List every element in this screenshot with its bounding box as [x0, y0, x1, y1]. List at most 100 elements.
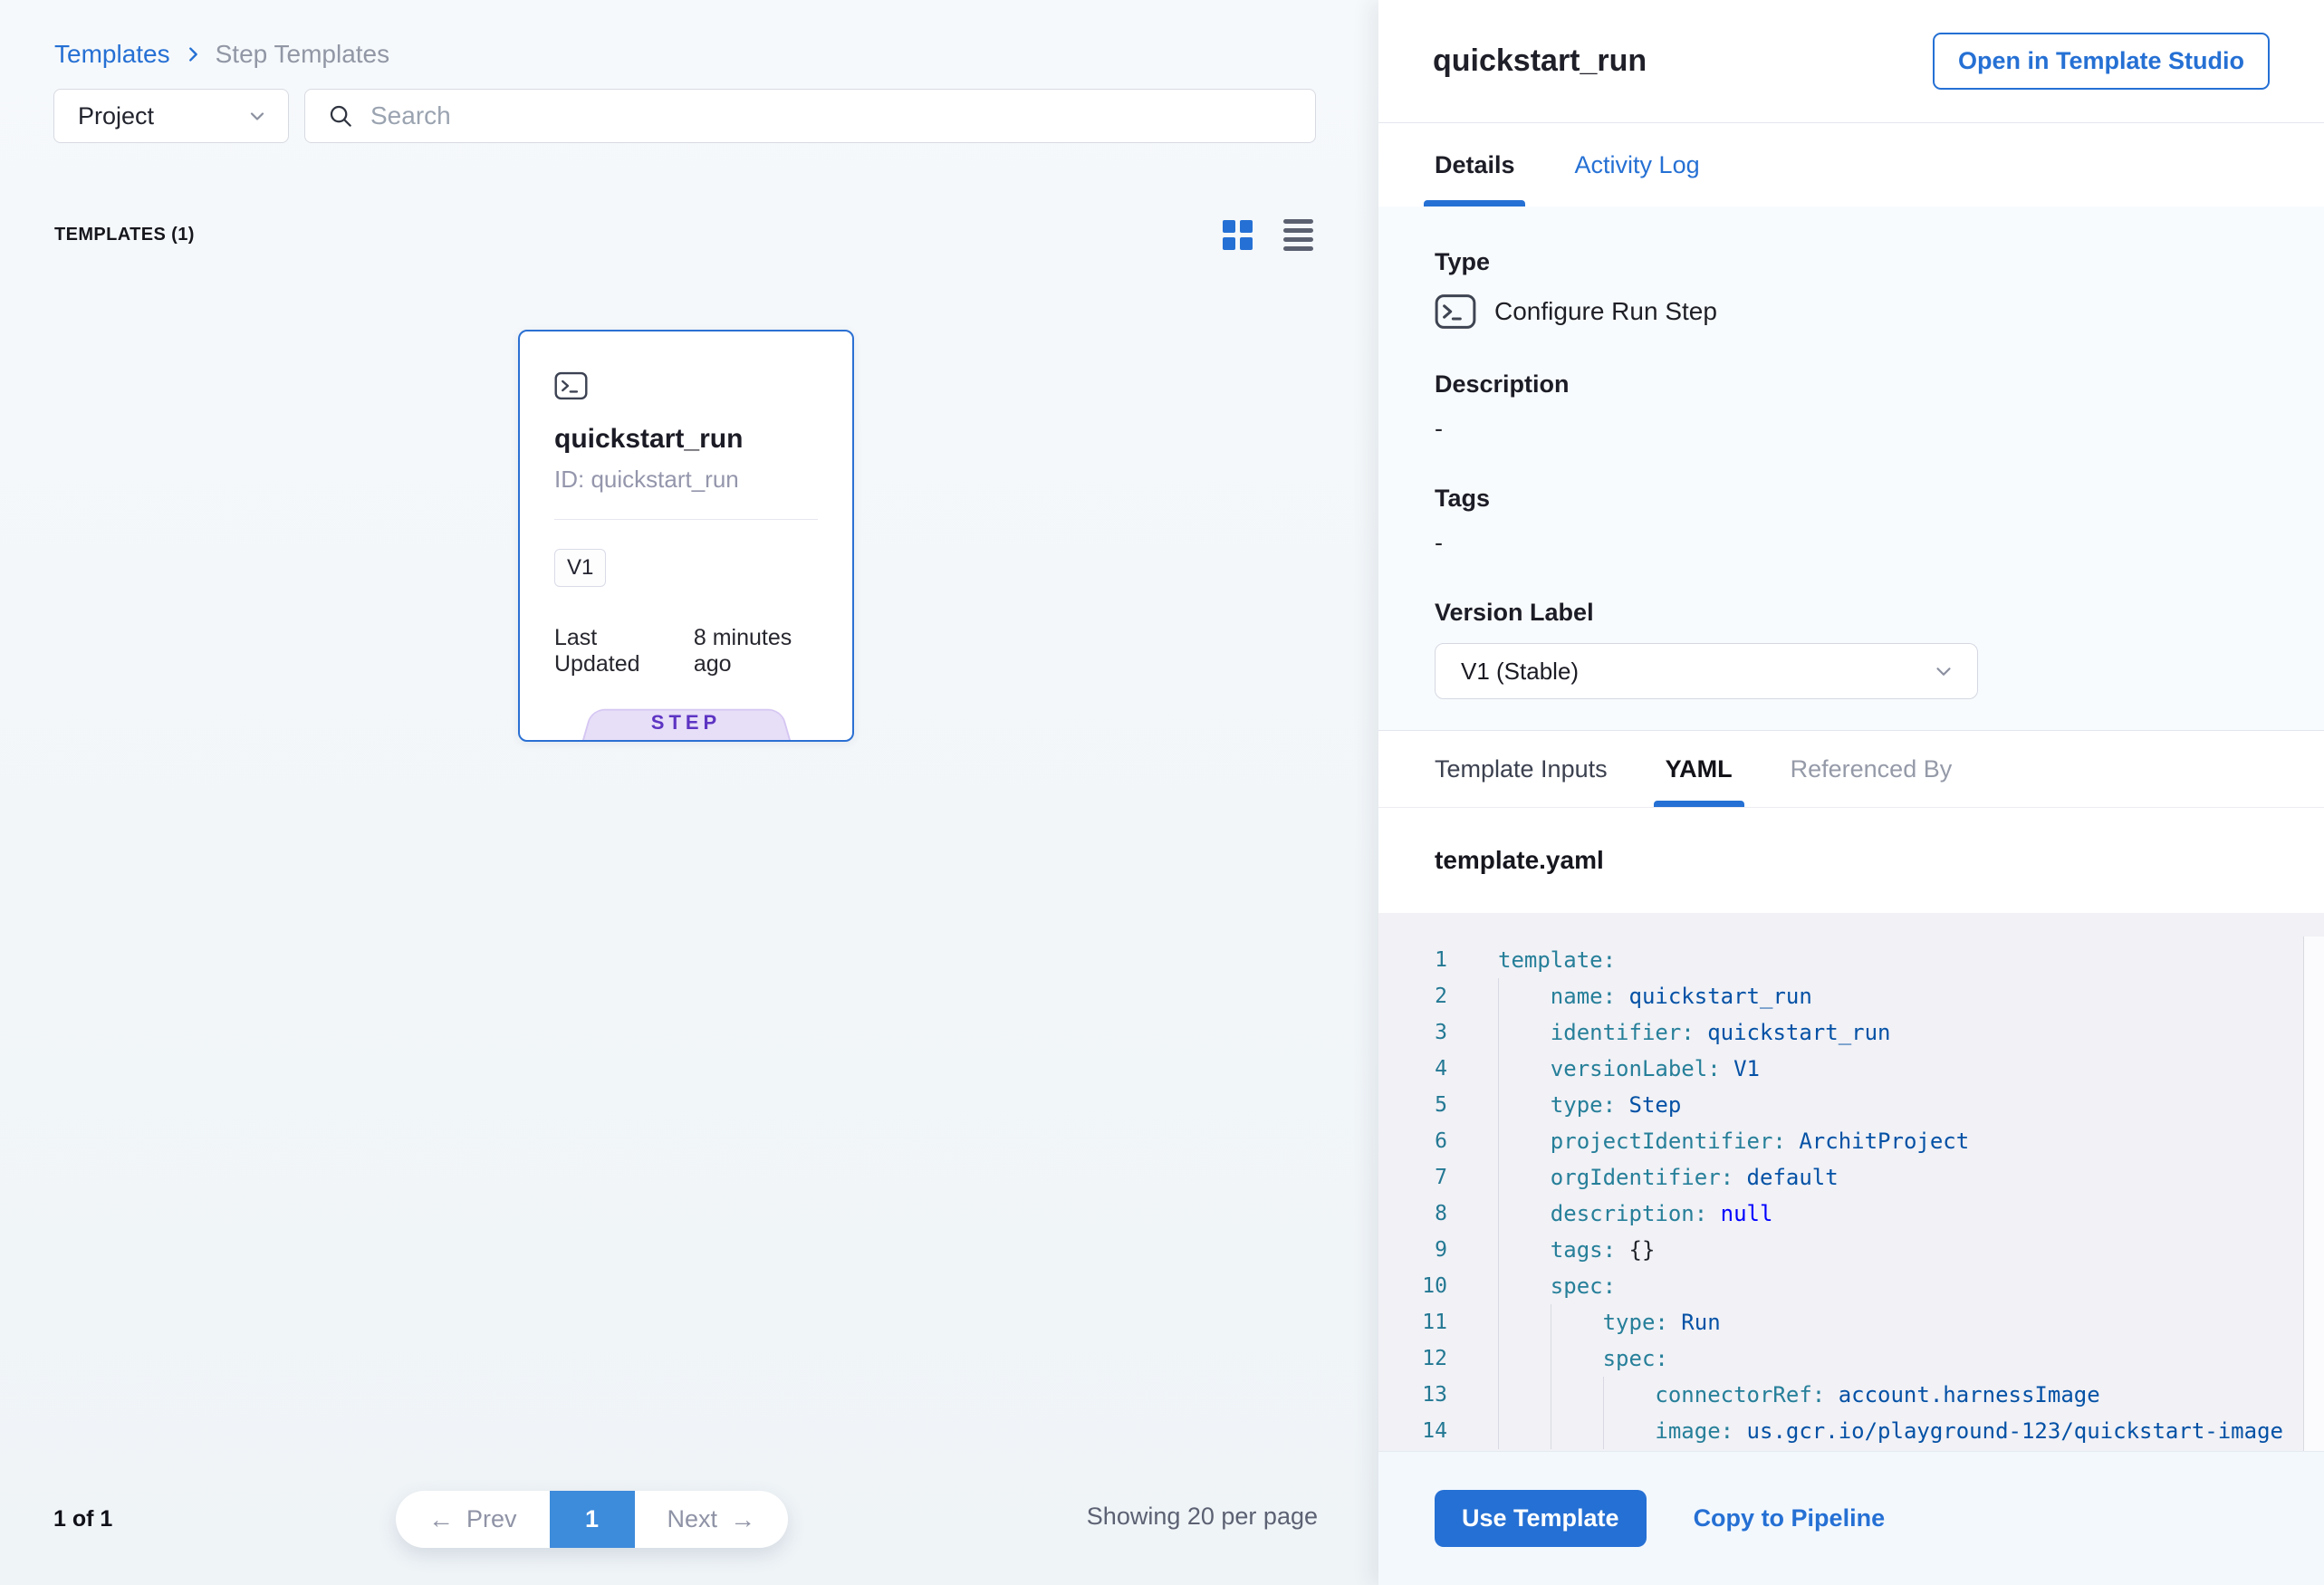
tab-activity-log[interactable]: Activity Log: [1575, 123, 1700, 207]
scope-select[interactable]: Project: [53, 89, 289, 143]
line-text: type: Run: [1473, 1304, 1721, 1340]
code-line: 11 type: Run: [1378, 1304, 2324, 1340]
line-number: 13: [1378, 1377, 1473, 1413]
description-label: Description: [1435, 370, 2268, 399]
page-1-button[interactable]: 1: [550, 1491, 635, 1548]
breadcrumb-chevron-icon: [183, 44, 203, 64]
use-template-button[interactable]: Use Template: [1435, 1490, 1647, 1547]
line-number: 1: [1378, 942, 1473, 978]
template-details-panel: quickstart_run Open in Template Studio D…: [1378, 0, 2324, 1585]
chevron-down-icon: [1932, 659, 1955, 683]
line-text: connectorRef: account.harnessImage: [1473, 1377, 2100, 1413]
breadcrumb-current: Step Templates: [216, 40, 390, 69]
code-line: 8 description: null: [1378, 1196, 2324, 1232]
step-ribbon: STEP: [582, 706, 791, 740]
code-line: 14 image: us.gcr.io/playground-123/quick…: [1378, 1413, 2324, 1449]
next-page-button[interactable]: Next →: [635, 1491, 789, 1548]
prev-label: Prev: [466, 1505, 517, 1533]
code-line: 5 type: Step: [1378, 1087, 2324, 1123]
pagination: ← Prev 1 Next →: [396, 1491, 788, 1548]
prev-page-button[interactable]: ← Prev: [396, 1491, 550, 1548]
line-number: 6: [1378, 1123, 1473, 1159]
line-text: orgIdentifier: default: [1473, 1159, 1839, 1196]
line-number: 9: [1378, 1232, 1473, 1268]
list-header: TEMPLATES (1): [0, 219, 1378, 251]
description-value: -: [1435, 415, 2268, 443]
yaml-file-header: template.yaml: [1378, 808, 2324, 913]
line-text: identifier: quickstart_run: [1473, 1014, 1891, 1051]
per-page-label: Showing 20 per page: [1087, 1503, 1318, 1531]
copy-to-pipeline-link[interactable]: Copy to Pipeline: [1694, 1504, 1886, 1532]
code-line: 2 name: quickstart_run: [1378, 978, 2324, 1014]
code-line: 6 projectIdentifier: ArchitProject: [1378, 1123, 2324, 1159]
search-icon: [327, 102, 354, 130]
last-updated-label: Last Updated: [554, 625, 672, 677]
line-text: tags: {}: [1473, 1232, 1655, 1268]
breadcrumb-templates-link[interactable]: Templates: [54, 40, 170, 69]
panel-title: quickstart_run: [1433, 43, 1647, 79]
view-toggles: [1223, 219, 1313, 251]
tags-label: Tags: [1435, 485, 2268, 513]
code-line: 13 connectorRef: account.harnessImage: [1378, 1377, 2324, 1413]
type-label: Type: [1435, 248, 2268, 276]
list-view-icon[interactable]: [1283, 219, 1313, 251]
card-id: ID: quickstart_run: [554, 466, 818, 494]
line-number: 7: [1378, 1159, 1473, 1196]
arrow-left-icon: ←: [428, 1507, 454, 1532]
version-select[interactable]: V1 (Stable): [1435, 643, 1978, 699]
tab-yaml[interactable]: YAML: [1666, 731, 1733, 807]
tab-details[interactable]: Details: [1435, 123, 1515, 207]
code-line: 7 orgIdentifier: default: [1378, 1159, 2324, 1196]
search-box[interactable]: [304, 89, 1316, 143]
code-line: 12 spec:: [1378, 1340, 2324, 1377]
line-number: 12: [1378, 1340, 1473, 1377]
yaml-code[interactable]: 1template:2 name: quickstart_run3 identi…: [1378, 913, 2324, 1451]
card-divider: [554, 519, 818, 520]
line-number: 8: [1378, 1196, 1473, 1232]
chevron-down-icon: [246, 105, 268, 127]
tab-referenced-by[interactable]: Referenced By: [1791, 731, 1953, 807]
tab-template-inputs[interactable]: Template Inputs: [1435, 731, 1608, 807]
scope-select-value: Project: [78, 102, 154, 130]
code-line: 9 tags: {}: [1378, 1232, 2324, 1268]
version-badge: V1: [554, 549, 606, 587]
last-updated-value: 8 minutes ago: [694, 625, 818, 677]
tags-value: -: [1435, 529, 2268, 557]
search-input[interactable]: [370, 101, 1297, 130]
version-select-value: V1 (Stable): [1461, 658, 1579, 686]
panel-header: quickstart_run Open in Template Studio: [1378, 0, 2324, 123]
line-number: 2: [1378, 978, 1473, 1014]
line-text: template:: [1473, 942, 1616, 978]
yaml-file-title: template.yaml: [1435, 846, 1604, 875]
line-text: spec:: [1473, 1268, 1616, 1304]
terminal-icon: [554, 371, 818, 400]
step-ribbon-label: STEP: [582, 706, 791, 740]
next-label: Next: [667, 1505, 718, 1533]
line-number: 4: [1378, 1051, 1473, 1087]
last-updated-row: Last Updated 8 minutes ago: [554, 625, 818, 677]
type-value: Configure Run Step: [1494, 297, 1717, 326]
line-number: 10: [1378, 1268, 1473, 1304]
grid-view-icon[interactable]: [1223, 220, 1253, 250]
version-label: Version Label: [1435, 599, 2268, 627]
line-text: projectIdentifier: ArchitProject: [1473, 1123, 1969, 1159]
templates-list-panel: Templates Step Templates Project TEMPLAT: [0, 0, 1378, 1585]
open-in-template-studio-button[interactable]: Open in Template Studio: [1933, 33, 2270, 90]
line-number: 11: [1378, 1304, 1473, 1340]
yaml-tabs: Template Inputs YAML Referenced By: [1378, 730, 2324, 808]
line-text: image: us.gcr.io/playground-123/quicksta…: [1473, 1413, 2283, 1449]
line-number: 3: [1378, 1014, 1473, 1051]
line-number: 5: [1378, 1087, 1473, 1123]
terminal-icon: [1435, 293, 1476, 330]
line-text: description: null: [1473, 1196, 1772, 1232]
line-text: name: quickstart_run: [1473, 978, 1812, 1014]
type-row: Configure Run Step: [1435, 293, 2268, 331]
breadcrumb: Templates Step Templates: [0, 0, 1378, 69]
code-line: 1template:: [1378, 942, 2324, 978]
templates-count-label: TEMPLATES (1): [54, 225, 195, 245]
line-text: versionLabel: V1: [1473, 1051, 1760, 1087]
panel-footer: Use Template Copy to Pipeline: [1378, 1451, 2324, 1585]
card-title: quickstart_run: [554, 424, 818, 455]
template-card[interactable]: quickstart_run ID: quickstart_run V1 Las…: [518, 330, 854, 742]
pagination-summary: 1 of 1: [53, 1506, 112, 1532]
